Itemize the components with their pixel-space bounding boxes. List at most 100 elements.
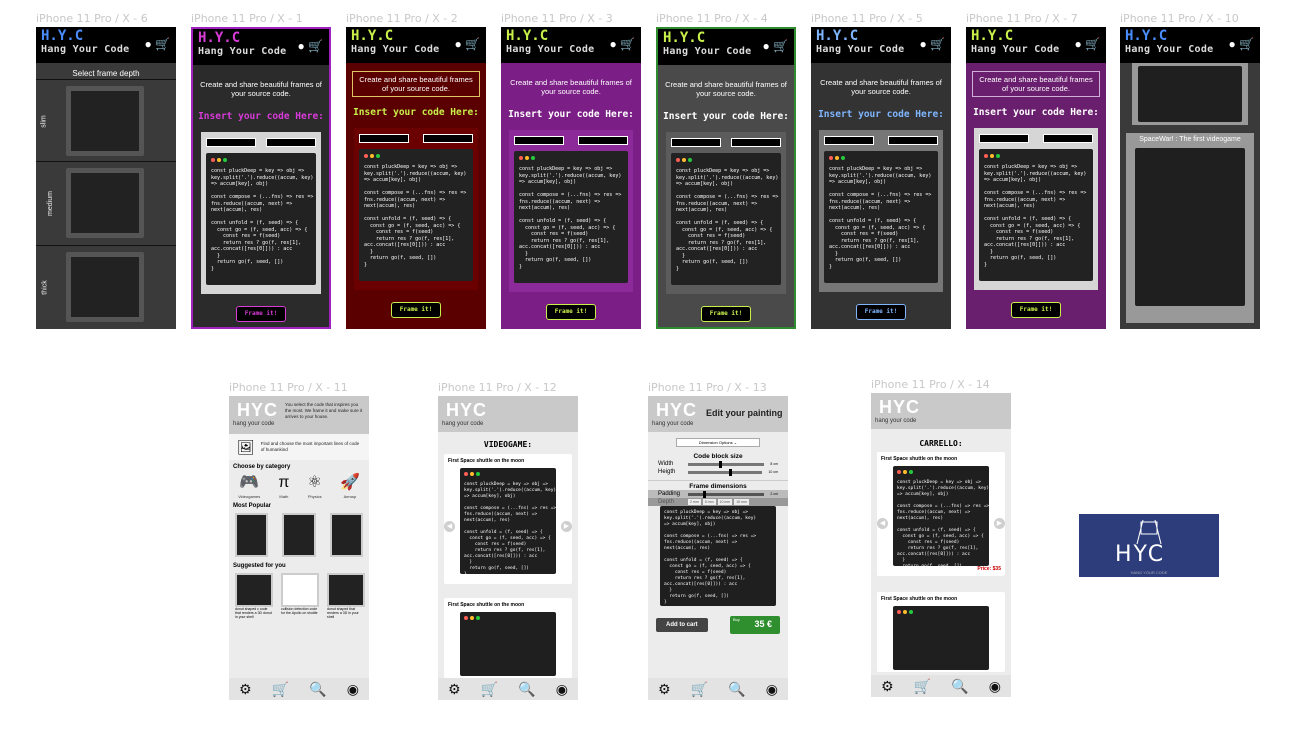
- category-aerospace[interactable]: 🚀 Aerosp: [340, 472, 360, 499]
- profile-icon[interactable]: ◉: [766, 681, 778, 698]
- option-bar[interactable]: [888, 136, 938, 145]
- popular-item[interactable]: [282, 513, 316, 557]
- header: HYC hang your code: [871, 393, 1011, 429]
- category-videogames[interactable]: 🎮 Videogames: [238, 472, 260, 499]
- option-bar[interactable]: [824, 136, 874, 145]
- cart-icon[interactable]: 🛒: [308, 39, 323, 53]
- search-icon[interactable]: 🔍: [951, 678, 968, 695]
- search-icon[interactable]: 🔍: [309, 681, 326, 698]
- option-bar[interactable]: [206, 138, 256, 147]
- user-icon[interactable]: ●: [297, 39, 304, 53]
- category-physics[interactable]: ⚛ Physics: [308, 472, 322, 499]
- screen-product-x10: H.Y.C Hang Your Code ● 🛒 SpaceWar! : The …: [1120, 27, 1260, 329]
- popular-item[interactable]: [235, 513, 269, 557]
- depth-option[interactable]: 5 mm: [702, 499, 716, 505]
- profile-icon[interactable]: ◉: [347, 681, 359, 698]
- frame-it-button[interactable]: Frame it!: [856, 304, 906, 320]
- chevron-down-icon: ⌄: [733, 440, 738, 445]
- user-icon[interactable]: ●: [609, 37, 616, 51]
- suggested-item[interactable]: donut shaped that renders a 3D in your s…: [327, 573, 365, 619]
- option-bar[interactable]: [423, 134, 473, 143]
- cart-icon[interactable]: 🛒: [481, 681, 498, 698]
- width-slider[interactable]: [688, 460, 765, 468]
- profile-icon[interactable]: ◉: [989, 678, 1001, 695]
- option-bar[interactable]: [731, 138, 781, 147]
- cart-icon[interactable]: 🛒: [930, 37, 945, 51]
- frame-it-button[interactable]: Frame it!: [701, 306, 751, 322]
- user-icon[interactable]: ●: [144, 37, 151, 51]
- suggested-item[interactable]: donut shaped c code that renders a 3D do…: [235, 573, 273, 619]
- cart-icon[interactable]: 🛒: [1085, 37, 1100, 51]
- frame-it-button[interactable]: Frame it!: [236, 306, 286, 322]
- user-icon[interactable]: ●: [1074, 37, 1081, 51]
- cart-item[interactable]: First Space shuttle on the moon: [877, 592, 1005, 672]
- product-card[interactable]: First Space shuttle on the moon: [444, 598, 572, 678]
- gear-icon[interactable]: ⚙: [239, 681, 252, 698]
- chevron-left-icon[interactable]: ◀: [877, 518, 888, 529]
- chevron-right-icon[interactable]: ▶: [994, 518, 1005, 529]
- header: HYC hang your code You select the code t…: [229, 396, 369, 434]
- option-bar[interactable]: [578, 136, 628, 145]
- user-icon[interactable]: ●: [1228, 37, 1235, 51]
- option-bar[interactable]: [514, 136, 564, 145]
- cart-icon[interactable]: 🛒: [620, 37, 635, 51]
- depth-options: 2 mm 5 mm 10 mm 15 mm: [688, 499, 749, 505]
- depth-title: Select frame depth: [72, 69, 140, 78]
- option-bar[interactable]: [359, 134, 409, 143]
- logo: H.Y.C Hang Your Code: [1125, 28, 1214, 55]
- user-icon[interactable]: ●: [454, 37, 461, 51]
- chevron-left-icon[interactable]: ◀: [444, 521, 455, 532]
- gear-icon[interactable]: ⚙: [658, 681, 671, 698]
- profile-icon[interactable]: ◉: [556, 681, 568, 698]
- category-math[interactable]: π Math: [278, 472, 289, 499]
- depth-option-thick[interactable]: thick: [36, 245, 176, 329]
- cart-icon[interactable]: 🛒: [1239, 37, 1254, 51]
- frame-it-button[interactable]: Frame it!: [546, 304, 596, 320]
- product-card[interactable]: First Space shuttle on the moon const pl…: [444, 454, 572, 584]
- depth-option[interactable]: 15 mm: [734, 499, 749, 505]
- code-input[interactable]: const pluckDeep = key => obj => key.spli…: [824, 151, 938, 283]
- gear-icon[interactable]: ⚙: [881, 678, 894, 695]
- cart-item[interactable]: First Space shuttle on the moon const pl…: [877, 452, 1005, 576]
- depth-label: thick: [41, 280, 49, 295]
- code-input[interactable]: const pluckDeep = key => obj => key.spli…: [359, 149, 473, 281]
- code-input[interactable]: const pluckDeep = key => obj => key.spli…: [514, 151, 628, 283]
- frame-it-button[interactable]: Frame it!: [1011, 302, 1061, 318]
- code-input[interactable]: const pluckDeep = key => obj => key.spli…: [671, 153, 781, 285]
- user-icon[interactable]: ●: [762, 39, 769, 53]
- dimension-dropdown[interactable]: Dimension Options ⌄: [676, 438, 760, 447]
- option-bar[interactable]: [979, 134, 1029, 143]
- option-bar[interactable]: [1043, 134, 1093, 143]
- popular-item[interactable]: [329, 513, 363, 557]
- search-icon[interactable]: 🔍: [518, 681, 535, 698]
- user-icon[interactable]: ●: [919, 37, 926, 51]
- frame-label: iPhone 11 Pro / X - 6: [36, 12, 148, 25]
- option-bar[interactable]: [671, 138, 721, 147]
- suggested-item[interactable]: collision detection code for the Apollo …: [281, 573, 319, 619]
- tagline: hang your code: [652, 421, 694, 427]
- height-slider[interactable]: [688, 468, 763, 476]
- code-input[interactable]: const pluckDeep = key => obj => key.spli…: [206, 153, 316, 285]
- cart-icon[interactable]: 🛒: [465, 37, 480, 51]
- gear-icon[interactable]: ⚙: [448, 681, 461, 698]
- cart-icon[interactable]: 🛒: [272, 681, 289, 698]
- frame-it-button[interactable]: Frame it!: [391, 302, 441, 318]
- depth-option-medium[interactable]: medium: [36, 161, 176, 243]
- product-card[interactable]: SpaceWar! : The first videogame: [1126, 133, 1254, 323]
- cart-icon[interactable]: 🛒: [914, 678, 931, 695]
- cart-icon[interactable]: 🛒: [773, 39, 788, 53]
- frame-label: iPhone 11 Pro / X - 13: [648, 381, 767, 394]
- search-icon[interactable]: 🔍: [728, 681, 745, 698]
- code-input[interactable]: const pluckDeep = key => obj => key.spli…: [979, 149, 1093, 281]
- cart-icon[interactable]: 🛒: [155, 37, 170, 51]
- depth-option-slim[interactable]: slim: [36, 79, 176, 159]
- add-to-cart-button[interactable]: Add to cart: [656, 618, 708, 632]
- chevron-right-icon[interactable]: ▶: [561, 521, 572, 532]
- frame-label: iPhone 11 Pro / X - 3: [501, 12, 613, 25]
- padding-slider[interactable]: [688, 490, 765, 498]
- option-bar[interactable]: [266, 138, 316, 147]
- cart-icon[interactable]: 🛒: [691, 681, 708, 698]
- depth-option[interactable]: 10 mm: [717, 499, 733, 505]
- depth-option[interactable]: 2 mm: [688, 499, 701, 505]
- buy-button[interactable]: Buy 35 €: [730, 616, 780, 634]
